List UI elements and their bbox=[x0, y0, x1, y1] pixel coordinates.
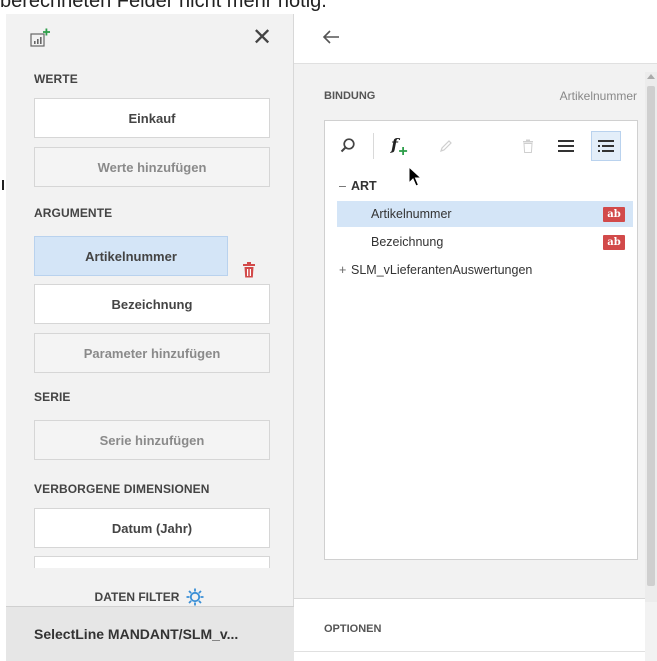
hidden-dimension-item-datum[interactable]: Datum (Jahr) bbox=[34, 508, 270, 548]
search-button[interactable] bbox=[333, 131, 363, 161]
hidden-dimension-item-partial[interactable] bbox=[34, 556, 270, 568]
scrollbar[interactable] bbox=[645, 72, 657, 602]
trash-icon[interactable] bbox=[242, 262, 256, 278]
left-panel-header: ✕ bbox=[6, 14, 294, 64]
field-tree-box: f – ART Artikelnummer ab Bezeichnung ab … bbox=[324, 120, 638, 560]
tree-view-button[interactable] bbox=[591, 131, 621, 161]
add-calculated-field-button[interactable]: f bbox=[385, 131, 415, 161]
section-title-argumente: ARGUMENTE bbox=[34, 206, 113, 220]
flat-list-view-button[interactable] bbox=[551, 131, 581, 161]
section-title-serie: SERIE bbox=[34, 390, 71, 404]
tree-list-icon bbox=[598, 140, 614, 152]
tree-node-label: SLM_vLieferantenAuswertungen bbox=[351, 263, 533, 277]
tree-item-label: Bezeichnung bbox=[371, 235, 444, 249]
optionen-section[interactable]: OPTIONEN bbox=[294, 598, 645, 661]
optionen-label: OPTIONEN bbox=[324, 623, 382, 635]
back-arrow-icon[interactable] bbox=[320, 26, 342, 48]
tree-item-artikelnummer[interactable]: Artikelnummer ab bbox=[337, 201, 633, 227]
delete-button[interactable] bbox=[513, 131, 543, 161]
tree-item-label: Artikelnummer bbox=[371, 207, 452, 221]
optionen-divider bbox=[294, 651, 645, 652]
mouse-cursor-icon bbox=[408, 166, 423, 187]
add-serie-button[interactable]: Serie hinzufügen bbox=[34, 420, 270, 460]
datasource-bar[interactable]: SelectLine MANDANT/SLM_v... bbox=[6, 606, 294, 661]
add-parameter-button[interactable]: Parameter hinzufügen bbox=[34, 333, 270, 373]
collapse-toggle[interactable]: – bbox=[339, 179, 351, 193]
left-panel: ✕ WERTE Einkauf Werte hinzufügen ARGUMEN… bbox=[6, 14, 294, 661]
top-caption: berechneten Felder nicht mehr nötig. bbox=[0, 0, 327, 11]
toolbar-separator bbox=[373, 133, 374, 159]
edit-button[interactable] bbox=[431, 131, 461, 161]
daten-filter-label: DATEN FILTER bbox=[94, 590, 180, 604]
list-icon bbox=[558, 140, 574, 152]
gear-icon bbox=[186, 588, 204, 606]
add-werte-button[interactable]: Werte hinzufügen bbox=[34, 147, 270, 187]
expand-toggle[interactable]: + bbox=[339, 263, 351, 277]
chart-add-icon[interactable] bbox=[30, 28, 52, 48]
pencil-icon bbox=[440, 140, 452, 152]
argument-item-artikelnummer[interactable]: Artikelnummer bbox=[34, 236, 228, 276]
tree-node-label: ART bbox=[351, 179, 377, 193]
right-panel-header bbox=[294, 14, 657, 64]
right-panel: BINDUNG Artikelnummer f – ART Artikelnum… bbox=[294, 14, 657, 661]
tree-node-art[interactable]: – ART bbox=[339, 173, 377, 199]
argument-item-bezeichnung[interactable]: Bezeichnung bbox=[34, 284, 270, 324]
tree-item-bezeichnung[interactable]: Bezeichnung ab bbox=[337, 229, 633, 255]
close-icon[interactable]: ✕ bbox=[250, 26, 274, 50]
string-type-badge: ab bbox=[603, 207, 625, 222]
scroll-up-arrow-icon[interactable] bbox=[647, 74, 655, 79]
bindung-label: BINDUNG bbox=[324, 90, 376, 102]
edge-mark bbox=[2, 180, 4, 190]
string-type-badge: ab bbox=[603, 235, 625, 250]
scroll-thumb[interactable] bbox=[647, 86, 655, 586]
function-add-icon: f bbox=[390, 135, 408, 155]
tree-toolbar: f bbox=[325, 121, 637, 169]
section-title-verborgene-dimensionen: VERBORGENE DIMENSIONEN bbox=[34, 482, 210, 496]
search-icon bbox=[340, 138, 355, 153]
werte-item-einkauf[interactable]: Einkauf bbox=[34, 98, 270, 138]
bindung-value: Artikelnummer bbox=[559, 89, 637, 103]
tree-node-slm-vlieferantenauswertungen[interactable]: + SLM_vLieferantenAuswertungen bbox=[339, 257, 532, 283]
trash-disabled-icon bbox=[523, 139, 533, 153]
section-title-werte: WERTE bbox=[34, 72, 78, 86]
